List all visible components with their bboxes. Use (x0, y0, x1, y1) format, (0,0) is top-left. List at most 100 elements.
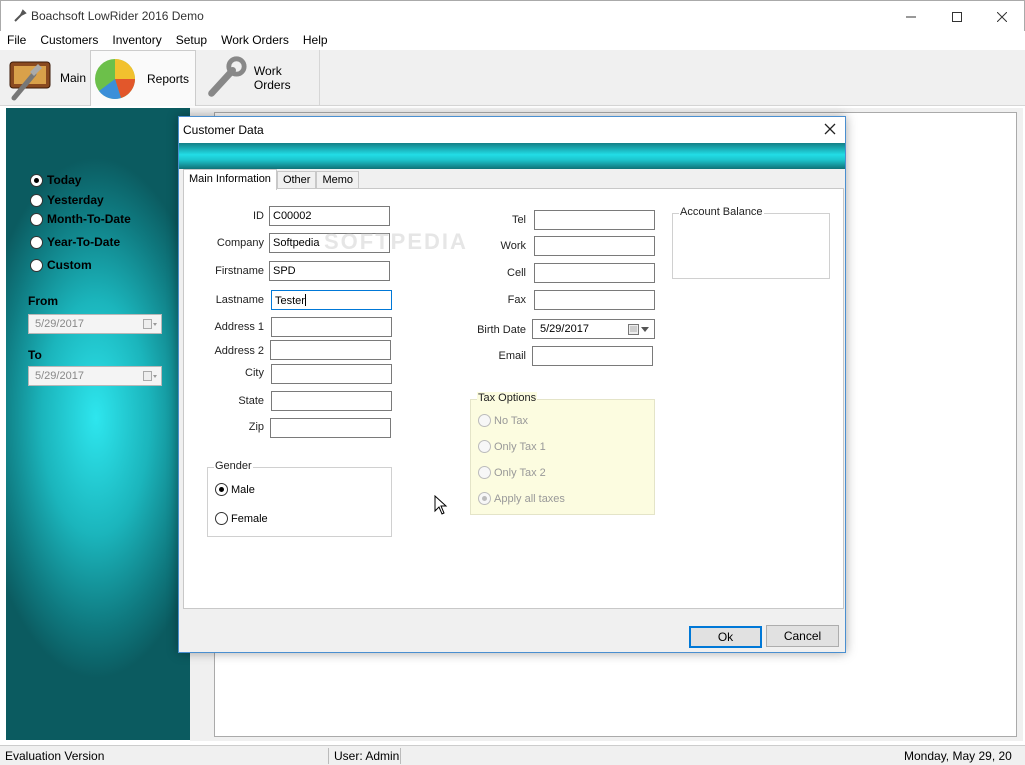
range-today-label: Today (47, 173, 82, 187)
tab-other[interactable]: Other (276, 171, 317, 189)
tax-all-radio[interactable]: Apply all taxes (478, 492, 565, 505)
tax-none-label: No Tax (494, 414, 529, 427)
lastname-field[interactable]: Tester (271, 290, 392, 310)
close-icon (997, 11, 1007, 22)
customer-data-dialog: Customer Data Main Information Other Mem… (178, 116, 846, 653)
toolbar-main-button[interactable]: Main (4, 50, 88, 105)
dialog-title: Customer Data (183, 123, 264, 137)
menu-setup[interactable]: Setup (169, 31, 214, 50)
fax-field[interactable] (534, 290, 655, 310)
window-title: Boachsoft LowRider 2016 Demo (31, 9, 204, 23)
ok-button[interactable]: Ok (689, 626, 762, 648)
maximize-button[interactable] (934, 1, 980, 32)
tab-main-information[interactable]: Main Information (183, 169, 277, 190)
address1-field[interactable] (271, 317, 392, 337)
cancel-button[interactable]: Cancel (766, 625, 839, 647)
close-window-button[interactable] (979, 1, 1025, 32)
range-custom-radio[interactable]: Custom (30, 258, 92, 272)
gender-male-label: Male (231, 483, 255, 496)
tax-all-label: Apply all taxes (494, 492, 565, 505)
range-today-radio[interactable]: Today (30, 173, 81, 187)
tel-label: Tel (511, 214, 526, 226)
firstname-value: SPD (273, 265, 296, 277)
tab-memo[interactable]: Memo (316, 171, 360, 189)
maximize-icon (952, 11, 962, 22)
id-field[interactable]: C00002 (269, 206, 390, 226)
menu-inventory[interactable]: Inventory (105, 31, 168, 50)
lastname-value: Tester (275, 295, 305, 307)
gender-group: Gender Male Female (207, 460, 392, 537)
email-label: Email (498, 350, 526, 362)
radio-indicator (478, 414, 491, 427)
state-field[interactable] (271, 391, 392, 411)
calendar-dropdown-icon (143, 319, 157, 329)
calendar-dropdown-icon (628, 324, 649, 335)
radio-indicator (478, 440, 491, 453)
account-balance-title: Account Balance (679, 206, 764, 218)
tel-field[interactable] (534, 210, 655, 230)
zip-field[interactable] (270, 418, 391, 438)
address1-label: Address 1 (214, 321, 264, 333)
range-year-to-date-label: Year-To-Date (47, 235, 121, 249)
fax-label: Fax (507, 294, 526, 306)
minimize-icon (906, 16, 916, 17)
address2-field[interactable] (270, 340, 391, 360)
work-label: Work (500, 240, 526, 252)
gender-title: Gender (214, 460, 253, 472)
main-tools-icon (9, 61, 51, 100)
gender-female-label: Female (231, 512, 268, 525)
from-date-picker[interactable]: 5/29/2017 (28, 314, 162, 334)
birthdate-picker[interactable]: 5/29/2017 (532, 319, 655, 339)
watermark: SOFTPEDIA (324, 229, 468, 254)
to-date-picker[interactable]: 5/29/2017 (28, 366, 162, 386)
range-yesterday-radio[interactable]: Yesterday (30, 193, 104, 207)
menu-work-orders[interactable]: Work Orders (214, 31, 296, 50)
pie-chart-icon (95, 58, 135, 99)
main-information-panel: ID C00002 Company Softpedia Firstname SP… (183, 188, 844, 609)
toolbar-main-label: Main (60, 70, 87, 85)
status-separator (400, 748, 401, 764)
state-label: State (238, 395, 264, 407)
toolbar-work-orders-button[interactable]: Work Orders (200, 50, 320, 105)
firstname-field[interactable]: SPD (269, 261, 390, 281)
toolbar: Main Reports Work Orders (0, 50, 1025, 106)
wrench-icon (208, 55, 247, 97)
cell-field[interactable] (534, 263, 655, 283)
radio-indicator (30, 258, 43, 272)
toolbar-work-orders-label: Work Orders (253, 63, 291, 92)
city-field[interactable] (271, 364, 392, 384)
toolbar-reports-button[interactable]: Reports (90, 50, 196, 106)
from-date-value: 5/29/2017 (35, 318, 84, 330)
gender-female-radio[interactable]: Female (215, 512, 268, 525)
tax-only1-radio[interactable]: Only Tax 1 (478, 440, 546, 453)
birthdate-label: Birth Date (477, 324, 526, 336)
status-separator (328, 748, 329, 764)
zip-label: Zip (248, 421, 264, 433)
radio-indicator (30, 235, 43, 249)
dialog-title-bar: Customer Data (179, 117, 845, 143)
radio-indicator (30, 173, 43, 187)
tax-only2-radio[interactable]: Only Tax 2 (478, 466, 546, 479)
date-range-panel: Today Yesterday Month-To-Date Year-To-Da… (6, 108, 190, 740)
menu-file[interactable]: File (0, 31, 33, 50)
email-field[interactable] (532, 346, 653, 366)
gender-male-radio[interactable]: Male (215, 483, 255, 496)
city-label: City (245, 367, 264, 379)
firstname-label: Firstname (215, 265, 264, 277)
dialog-close-icon[interactable] (823, 122, 837, 136)
birthdate-value: 5/29/2017 (540, 323, 589, 335)
menu-help[interactable]: Help (296, 31, 335, 50)
radio-indicator (478, 492, 491, 505)
range-yesterday-label: Yesterday (47, 193, 104, 207)
tax-none-radio[interactable]: No Tax (478, 414, 528, 427)
range-year-to-date-radio[interactable]: Year-To-Date (30, 235, 120, 249)
menu-customers[interactable]: Customers (33, 31, 105, 50)
lastname-label: Lastname (215, 294, 264, 306)
range-custom-label: Custom (47, 258, 92, 272)
status-date: Monday, May 29, 20 (904, 749, 1012, 763)
work-field[interactable] (534, 236, 655, 256)
dialog-header-band (179, 143, 845, 169)
minimize-button[interactable] (888, 1, 934, 32)
range-month-to-date-radio[interactable]: Month-To-Date (30, 212, 131, 226)
tax-only1-label: Only Tax 1 (494, 440, 546, 453)
